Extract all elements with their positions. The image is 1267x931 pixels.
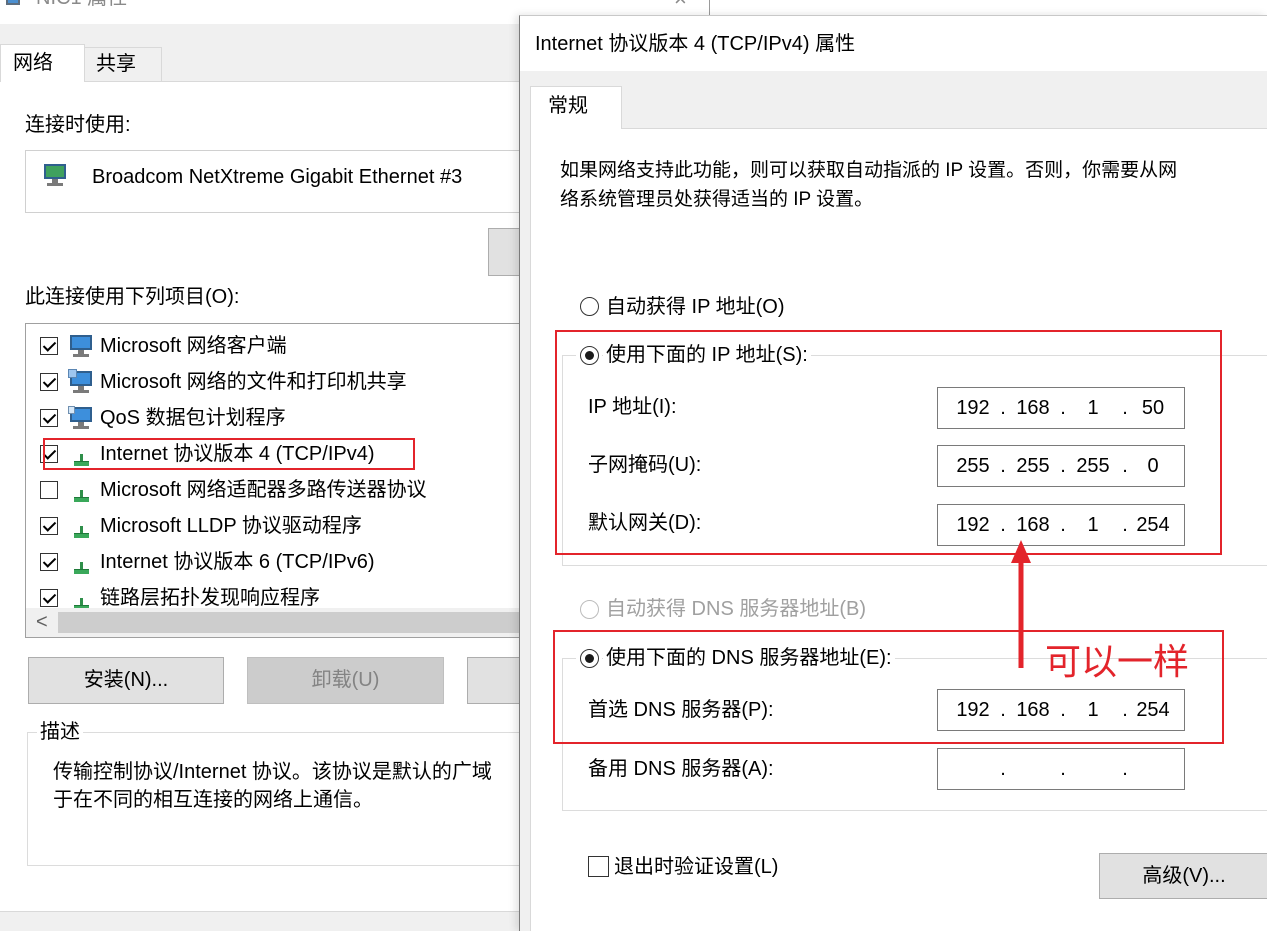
auto-ip-label[interactable]: 自动获得 IP 地址(O) — [606, 295, 785, 319]
description-text-line: 传输控制协议/Internet 协议。该协议是默认的广域 — [53, 761, 492, 783]
item-label: 链路层拓扑发现响应程序 — [100, 587, 320, 608]
ip-separator: . — [1060, 758, 1066, 780]
close-icon[interactable]: × — [674, 0, 687, 11]
protocol-icon — [68, 585, 96, 608]
highlight-ipv4-item — [43, 438, 415, 470]
item-checkbox[interactable] — [40, 481, 58, 499]
item-checkbox[interactable] — [40, 337, 58, 355]
up-arrow-icon — [1011, 540, 1031, 668]
tab-general[interactable]: 常规 — [530, 86, 622, 129]
item-label: Microsoft 网络的文件和打印机共享 — [100, 371, 407, 393]
item-label: Internet 协议版本 6 (TCP/IPv6) — [100, 551, 375, 573]
network-client-icon — [68, 333, 96, 359]
item-checkbox[interactable] — [40, 517, 58, 535]
tab-general-label: 常规 — [548, 95, 588, 117]
item-checkbox[interactable] — [40, 553, 58, 571]
validate-on-exit-checkbox[interactable] — [588, 856, 609, 877]
dns-octet[interactable] — [1008, 749, 1058, 789]
file-printer-sharing-icon — [68, 369, 96, 395]
tab-sharing-label: 共享 — [96, 53, 136, 75]
dns-octet[interactable] — [1068, 749, 1118, 789]
item-checkbox[interactable] — [40, 589, 58, 607]
protocol-icon — [68, 549, 96, 575]
description-text-line: 于在不同的相互连接的网络上通信。 — [53, 789, 373, 811]
item-label: Microsoft 网络适配器多路传送器协议 — [100, 479, 427, 501]
alternate-dns-input[interactable]: . . . — [937, 748, 1185, 790]
auto-dns-label[interactable]: 自动获得 DNS 服务器地址(B) — [606, 597, 866, 621]
scroll-left-icon[interactable]: < — [36, 610, 48, 634]
connect-using-label: 连接时使用: — [25, 114, 131, 136]
intro-text-line: 如果网络支持此功能，则可以获取自动指派的 IP 设置。否则，你需要从网 — [560, 160, 1178, 181]
qos-scheduler-icon — [68, 405, 96, 431]
item-label: QoS 数据包计划程序 — [100, 407, 286, 429]
auto-ip-radio[interactable] — [580, 297, 599, 316]
arrow-head — [1011, 540, 1031, 563]
ipv4-dialog-titlebar: Internet 协议版本 4 (TCP/IPv4) 属性 — [520, 16, 1267, 71]
item-label: Microsoft LLDP 协议驱动程序 — [100, 515, 362, 537]
description-label: 描述 — [37, 720, 83, 744]
item-checkbox[interactable] — [40, 373, 58, 391]
alternate-dns-label: 备用 DNS 服务器(A): — [588, 758, 774, 780]
network-icon — [6, 0, 20, 5]
tab-sharing[interactable]: 共享 — [84, 47, 162, 82]
protocol-icon — [68, 513, 96, 539]
uninstall-button[interactable]: 卸载(U) — [247, 657, 444, 704]
item-label: Microsoft 网络客户端 — [100, 335, 287, 357]
validate-on-exit-label[interactable]: 退出时验证设置(L) — [614, 855, 778, 879]
items-label: 此连接使用下列项目(O): — [25, 286, 240, 308]
dns-octet[interactable] — [1128, 749, 1178, 789]
nic-dialog-title: NIC1 属性 — [36, 0, 127, 10]
ipv4-dialog-title: Internet 协议版本 4 (TCP/IPv4) 属性 — [535, 33, 856, 55]
dns-octet[interactable] — [948, 749, 998, 789]
install-button[interactable]: 安装(N)... — [28, 657, 224, 704]
annotation-note: 可以一样 — [1045, 641, 1190, 682]
network-adapter-icon — [42, 162, 70, 190]
item-checkbox[interactable] — [40, 409, 58, 427]
adapter-name: Broadcom NetXtreme Gigabit Ethernet #3 — [92, 166, 463, 188]
auto-dns-radio[interactable] — [580, 600, 599, 619]
intro-text-line: 络系统管理员处获得适当的 IP 设置。 — [560, 189, 874, 210]
ip-separator: . — [1000, 758, 1006, 780]
tab-network-label: 网络 — [13, 52, 53, 74]
highlight-ip-settings — [555, 330, 1222, 555]
tab-network[interactable]: 网络 — [0, 44, 85, 82]
advanced-button[interactable]: 高级(V)... — [1099, 853, 1267, 899]
protocol-icon — [68, 477, 96, 503]
